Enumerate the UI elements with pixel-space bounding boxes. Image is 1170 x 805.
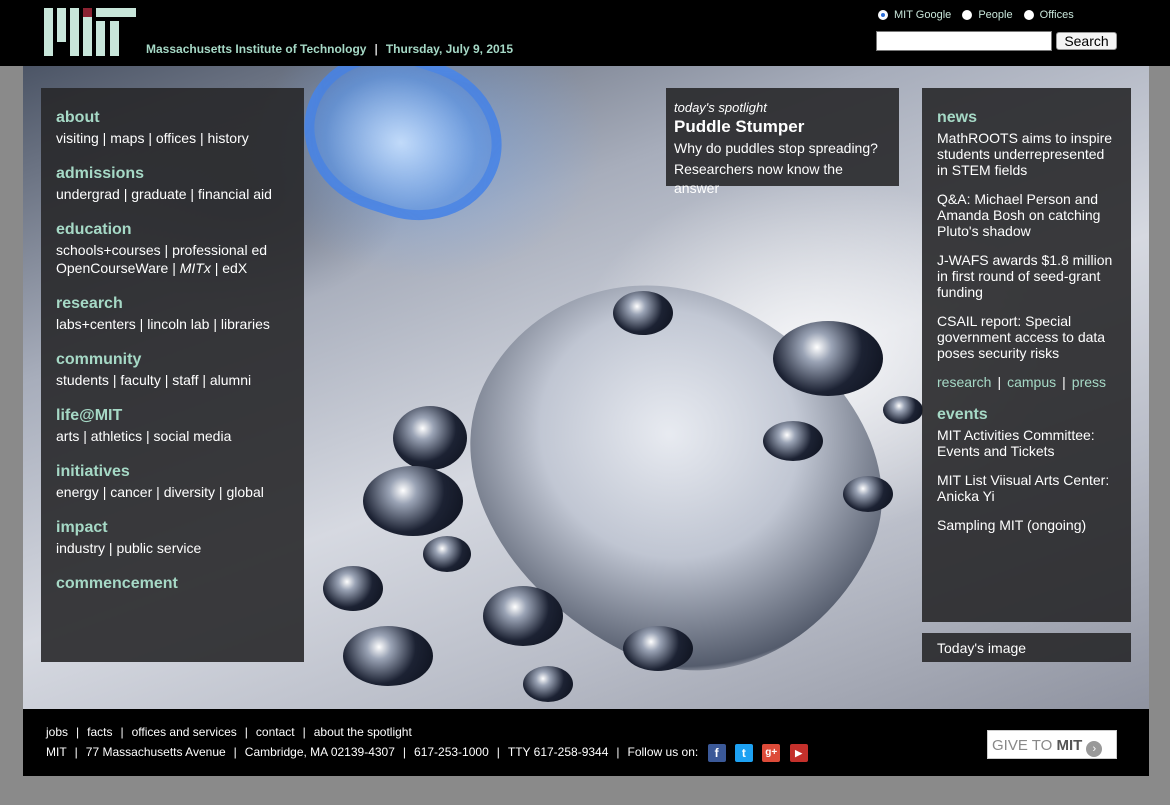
footer-phone: 617-253-1000 [414,745,489,760]
arrow-right-icon: › [1086,741,1103,757]
footer [23,709,1149,776]
footer-link-facts[interactable]: facts [87,725,112,739]
search-input[interactable] [876,31,1052,51]
left-nav-panel: about visiting | maps | offices | histor… [41,88,304,662]
news-item[interactable]: J-WAFS awards $1.8 million in first roun… [937,252,1119,300]
spotlight-kicker: today's spotlight [674,100,767,115]
institution-name[interactable]: Massachusetts Institute of Technology [146,42,366,56]
nav-section-education: education schools+courses | professional… [56,220,304,277]
news-link-press[interactable]: press [1072,374,1106,390]
nav-section-life: life@MIT arts | athletics | social media [56,406,304,445]
spotlight-panel[interactable]: today's spotlight Puddle Stumper Why do … [666,88,899,196]
water-drop [393,406,467,470]
events-heading[interactable]: events [937,405,1119,424]
nav-section-about: about visiting | maps | offices | histor… [56,108,304,147]
radio-offices[interactable]: Offices [1023,9,1074,21]
nav-heading[interactable]: community [56,350,304,369]
footer-link-spotlight[interactable]: about the spotlight [314,725,412,739]
water-drop [523,666,573,702]
give-to-mit-button[interactable]: GIVE TO MIT › [987,730,1117,759]
nav-heading[interactable]: about [56,108,304,127]
water-bottle-image [283,66,523,243]
nav-heading[interactable]: education [56,220,304,239]
radio-people[interactable]: People [962,9,1013,21]
news-item[interactable]: CSAIL report: Special government access … [937,313,1119,361]
radio-mit-google[interactable]: MIT Google [878,9,951,21]
nav-heading[interactable]: initiatives [56,462,304,481]
radio-selected-icon[interactable] [878,10,888,20]
todays-image-link[interactable]: Today's image [922,633,1131,662]
event-item[interactable]: MIT Activities Committee: Events and Tic… [937,427,1119,459]
nav-section-impact: impact industry | public service [56,518,304,557]
news-heading[interactable]: news [937,108,1119,127]
search-scope: MIT Google People Offices [878,9,1082,23]
footer-city: Cambridge, MA 02139-4307 [244,745,395,760]
footer-link-jobs[interactable]: jobs [46,725,68,739]
spotlight-line2: Researchers now know the answer [674,161,843,196]
event-item[interactable]: Sampling MIT (ongoing) [937,517,1119,533]
radio-icon[interactable] [1023,10,1034,20]
youtube-icon[interactable]: ▶ [789,744,808,762]
nav-heading[interactable]: commencement [56,574,304,593]
nav-links: arts | athletics | social media [56,428,232,444]
nav-links: students | faculty | staff | alumni [56,372,252,388]
nav-heading[interactable]: research [56,294,304,313]
nav-heading[interactable]: admissions [56,164,304,183]
twitter-icon[interactable]: t [734,744,753,762]
news-link-campus[interactable]: campus [1007,374,1056,390]
institution-line: Massachusetts Institute of Technology | Th… [146,42,514,56]
spotlight-line1: Why do puddles stop spreading? [674,140,878,156]
water-drop [843,476,893,512]
news-link-research[interactable]: research [937,374,991,390]
nav-section-initiatives: initiatives energy | cancer | diversity … [56,462,304,501]
water-drop [763,421,823,461]
nav-heading[interactable]: life@MIT [56,406,304,425]
facebook-icon[interactable]: f [707,744,726,762]
search-button[interactable]: Search [1056,32,1117,50]
nav-links: visiting | maps | offices | history [56,130,249,146]
nav-section-research: research labs+centers | lincoln lab | li… [56,294,304,333]
current-date: Thursday, July 9, 2015 [385,42,514,56]
water-drop [323,566,383,611]
footer-mit: MIT [46,745,67,760]
right-news-panel: news MathROOTS aims to inspire students … [922,88,1131,622]
water-drop [623,626,693,671]
follow-label: Follow us on: [627,745,699,760]
google-plus-icon[interactable]: g+ [762,744,781,762]
water-drop [343,626,433,686]
radio-icon[interactable] [962,10,973,20]
news-category-links: research | campus | press [937,374,1107,390]
footer-link-offices[interactable]: offices and services [132,725,237,739]
water-drop [773,321,883,396]
water-drop [363,466,463,536]
top-bar: Massachusetts Institute of Technology | Th… [0,0,1170,66]
water-drop [423,536,471,572]
nav-links: energy | cancer | diversity | global [56,484,264,500]
news-item[interactable]: MathROOTS aims to inspire students under… [937,130,1119,178]
nav-section-commencement: commencement [56,574,304,593]
water-drop [883,396,923,424]
footer-address-row: MIT | 77 Massachusetts Avenue | Cambridge, M… [46,744,808,762]
event-item[interactable]: MIT List Viisual Arts Center: Anicka Yi [937,472,1119,504]
water-drop [483,586,563,646]
nav-section-community: community students | faculty | staff | a… [56,350,304,389]
nav-links: industry | public service [56,540,202,556]
mit-logo[interactable] [44,8,136,56]
footer-links-row: jobs | facts | offices and services | contact |… [46,725,412,739]
nav-heading[interactable]: impact [56,518,304,537]
footer-tty: TTY 617-258-9344 [507,745,609,760]
nav-links: undergrad | graduate | financial aid [56,186,272,202]
news-item[interactable]: Q&A: Michael Person and Amanda Bosh on c… [937,191,1119,239]
nav-links: schools+courses | professional ed OpenCou… [56,242,268,276]
footer-link-contact[interactable]: contact [256,725,295,739]
nav-section-admissions: admissions undergrad | graduate | financ… [56,164,304,203]
spotlight-title[interactable]: Puddle Stumper [674,117,891,137]
water-drop [613,291,673,335]
footer-street: 77 Massachusetts Avenue [85,745,226,760]
nav-links: labs+centers | lincoln lab | libraries [56,316,270,332]
